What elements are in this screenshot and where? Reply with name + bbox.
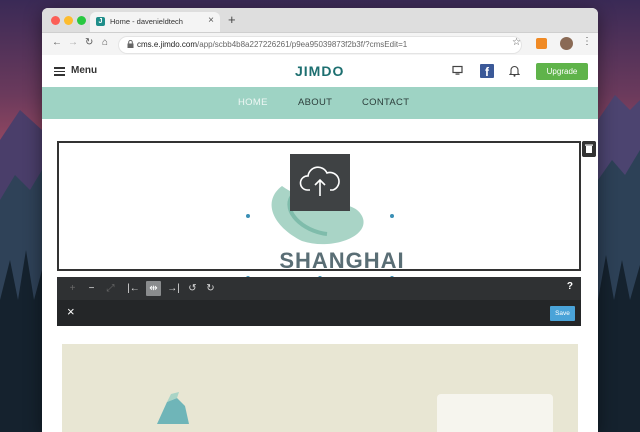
site-admin-header: Menu JIMDO f Upgrade xyxy=(42,55,598,88)
delete-trash-icon[interactable] xyxy=(582,141,596,157)
facebook-icon[interactable]: f xyxy=(480,64,494,79)
resize-handle[interactable] xyxy=(246,214,250,218)
rotate-left-icon[interactable]: ↺ xyxy=(185,281,200,296)
hamburger-menu-icon[interactable] xyxy=(54,67,65,76)
zoom-window-button[interactable] xyxy=(77,16,86,25)
site-navigation: HOME ABOUT CONTACT xyxy=(42,87,598,119)
fullscreen-icon[interactable]: ⤢ xyxy=(103,281,118,296)
browser-menu-icon[interactable]: ⋮ xyxy=(582,36,592,47)
notification-bell-icon[interactable] xyxy=(509,65,520,77)
back-icon[interactable]: ← xyxy=(52,37,62,48)
edit-action-bar: × Save xyxy=(57,300,581,326)
rotate-right-icon[interactable]: ↻ xyxy=(203,281,218,296)
browser-titlebar: J Home - davenieldtech × + xyxy=(42,8,598,33)
profile-avatar[interactable] xyxy=(560,37,573,50)
home-icon[interactable]: ⌂ xyxy=(102,37,108,48)
boot-illustration xyxy=(157,392,189,424)
jimdo-favicon-icon: J xyxy=(96,17,105,26)
reload-icon[interactable]: ↻ xyxy=(85,37,93,48)
upload-image-button[interactable] xyxy=(290,154,350,211)
cloud-upload-icon xyxy=(299,166,340,196)
align-right-icon[interactable]: →| xyxy=(166,281,181,296)
resize-handle[interactable] xyxy=(390,214,394,218)
upgrade-button[interactable]: Upgrade xyxy=(536,63,588,80)
content-card xyxy=(437,394,553,432)
close-window-button[interactable] xyxy=(51,16,60,25)
browser-window: J Home - davenieldtech × + ← → ↻ ⌂ cms.e… xyxy=(42,8,598,432)
menu-label[interactable]: Menu xyxy=(71,65,97,76)
next-section-illustration[interactable] xyxy=(62,344,578,432)
nav-contact[interactable]: CONTACT xyxy=(362,97,409,108)
forward-icon[interactable]: → xyxy=(68,37,78,48)
image-toolbar: + − ⤢ |← ⇹ →| ↺ ↻ ? xyxy=(57,277,581,300)
shanghai-headline: SHANGHAI xyxy=(279,248,404,273)
align-center-icon[interactable]: ⇹ xyxy=(146,281,161,296)
browser-tab[interactable]: J Home - davenieldtech × xyxy=(90,12,220,32)
url-text: cms.e.jimdo.com/app/scbb4b8a227226261/p9… xyxy=(137,40,408,49)
nav-home[interactable]: HOME xyxy=(238,97,268,108)
tab-close-icon[interactable]: × xyxy=(208,15,214,26)
lock-icon xyxy=(127,40,134,48)
desktop-preview-icon[interactable] xyxy=(452,65,463,76)
browser-toolbar: ← → ↻ ⌂ cms.e.jimdo.com/app/scbb4b8a2272… xyxy=(42,33,598,56)
jimdo-logo: JIMDO xyxy=(295,63,345,79)
page-content: SHANGHAI + − ⤢ |← ⇹ →| ↺ ↻ ? × Save xyxy=(42,119,598,432)
zoom-in-icon[interactable]: + xyxy=(65,281,80,296)
save-button[interactable]: Save xyxy=(550,306,575,321)
address-bar[interactable]: cms.e.jimdo.com/app/scbb4b8a227226261/p9… xyxy=(118,36,522,54)
minimize-window-button[interactable] xyxy=(64,16,73,25)
zoom-out-icon[interactable]: − xyxy=(84,281,99,296)
align-left-icon[interactable]: |← xyxy=(126,281,141,296)
help-icon[interactable]: ? xyxy=(567,281,573,292)
extension-icon[interactable] xyxy=(536,38,547,49)
nav-about[interactable]: ABOUT xyxy=(298,97,332,108)
close-icon[interactable]: × xyxy=(67,304,75,319)
new-tab-button[interactable]: + xyxy=(228,12,236,27)
bookmark-star-icon[interactable]: ☆ xyxy=(512,37,521,48)
tab-title: Home - davenieldtech xyxy=(110,17,183,26)
